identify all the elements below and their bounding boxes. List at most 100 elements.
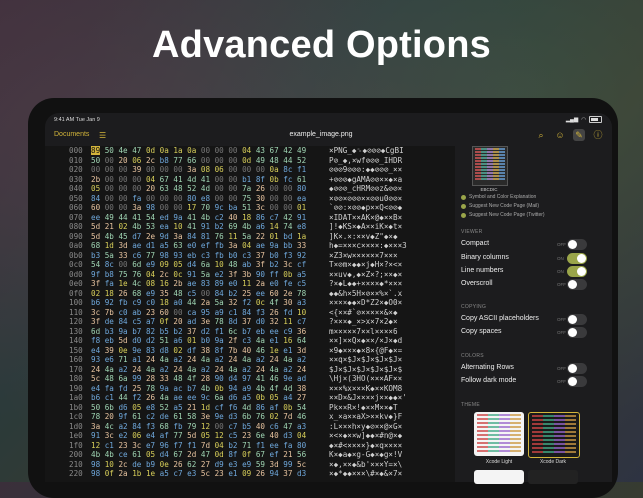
byte-cell[interactable]: 00 (118, 203, 127, 212)
byte-cell[interactable]: 00 (173, 203, 182, 212)
byte-cell[interactable]: b9 (146, 460, 155, 469)
byte-cell[interactable]: 2c (160, 270, 169, 279)
byte-cell[interactable]: 12 (215, 431, 224, 440)
byte-cell[interactable]: c2 (146, 412, 155, 421)
byte-cell[interactable]: 25 (132, 384, 141, 393)
byte-cell[interactable]: 98 (146, 203, 155, 212)
byte-cell[interactable]: 00 (105, 194, 114, 203)
byte-cell[interactable]: 54 (91, 260, 100, 269)
byte-cell[interactable]: e9 (242, 460, 251, 469)
byte-cell[interactable]: 9f (91, 270, 100, 279)
byte-cell[interactable]: 92 (297, 251, 306, 260)
byte-cell[interactable]: f3 (256, 308, 265, 317)
byte-cell[interactable]: 37 (256, 251, 265, 260)
byte-cell[interactable]: 68 (132, 289, 141, 298)
byte-cell[interactable]: a5 (242, 393, 251, 402)
byte-cell[interactable]: 28 (201, 374, 210, 383)
row-ascii[interactable]: ×IDAT××AK×@◆××B× (329, 213, 402, 222)
byte-cell[interactable]: 04 (242, 241, 251, 250)
byte-cell[interactable]: 58 (187, 412, 196, 421)
byte-cell[interactable]: ae (256, 241, 265, 250)
byte-cell[interactable]: 05 (173, 260, 182, 269)
byte-cell[interactable]: 2e (146, 232, 155, 241)
byte-cell[interactable]: 00 (118, 260, 127, 269)
byte-cell[interactable]: 3c (105, 431, 114, 440)
row-bytes[interactable]: 84 00 00 fa 00 00 00 80 e8 00 00 75 30 0… (91, 194, 306, 203)
byte-cell[interactable]: a2 (297, 355, 306, 364)
byte-cell[interactable]: 1d (201, 403, 210, 412)
byte-cell[interactable]: 7d (201, 441, 210, 450)
byte-cell[interactable]: 08 (201, 165, 210, 174)
byte-cell[interactable]: 41 (187, 213, 196, 222)
byte-cell[interactable]: 4a (187, 365, 196, 374)
byte-cell[interactable]: df (187, 346, 196, 355)
byte-cell[interactable]: 94 (270, 469, 279, 478)
row-ascii[interactable]: ××××◆◆×D*Z2×◆O0× (329, 298, 402, 307)
byte-cell[interactable]: 01 (187, 336, 196, 345)
byte-cell[interactable]: 10 (215, 260, 224, 269)
byte-cell[interactable]: ed (160, 213, 169, 222)
byte-cell[interactable]: 53 (146, 222, 155, 231)
byte-cell[interactable]: ee (270, 441, 279, 450)
byte-cell[interactable]: b3 (105, 327, 114, 336)
byte-cell[interactable]: de (105, 317, 114, 326)
byte-cell[interactable]: e8 (201, 194, 210, 203)
byte-cell[interactable]: 24 (228, 355, 237, 364)
byte-cell[interactable]: 21 (187, 403, 196, 412)
byte-cell[interactable]: 00 (228, 184, 237, 193)
byte-cell[interactable]: ee (256, 289, 265, 298)
byte-cell[interactable]: d8 (160, 346, 169, 355)
byte-cell[interactable]: a2 (118, 422, 127, 431)
byte-cell[interactable]: fa (283, 441, 292, 450)
byte-cell[interactable]: c3 (242, 336, 251, 345)
byte-cell[interactable]: 4c (132, 279, 141, 288)
byte-cell[interactable]: 00 (173, 194, 182, 203)
byte-cell[interactable]: 00 (201, 289, 210, 298)
byte-cell[interactable]: cf (215, 403, 224, 412)
byte-cell[interactable]: 00 (228, 156, 237, 165)
byte-cell[interactable]: 2d (187, 450, 196, 459)
byte-cell[interactable]: 80 (297, 441, 306, 450)
byte-cell[interactable]: 2c (146, 156, 155, 165)
byte-cell[interactable]: 27 (201, 460, 210, 469)
byte-cell[interactable]: c1 (228, 308, 237, 317)
byte-cell[interactable]: 11 (242, 279, 251, 288)
byte-cell[interactable]: 6e (256, 431, 265, 440)
row-ascii[interactable]: ×Z3×w××××××7××× (329, 251, 398, 260)
byte-cell[interactable]: ff (270, 270, 279, 279)
row-bytes[interactable]: 5c 48 6a 99 28 33 48 4f 28 90 d4 97 41 4… (91, 374, 306, 383)
code-page-thumbnail[interactable] (472, 146, 508, 186)
byte-cell[interactable]: 52 (160, 403, 169, 412)
byte-cell[interactable]: 76 (256, 412, 265, 421)
row-ascii[interactable]: ×<×◆××w]◆◆×#n@×◆ (329, 431, 402, 440)
byte-cell[interactable]: 09 (242, 469, 251, 478)
byte-cell[interactable]: 3c (91, 308, 100, 317)
byte-cell[interactable]: 00 (146, 194, 155, 203)
row-ascii[interactable]: `⊘⊘:×⊘⊘◆p××Q<⊘⊘◆ (329, 203, 402, 212)
byte-cell[interactable]: 61 (132, 412, 141, 421)
row-ascii[interactable]: ]K×.×:××v◆Z"◆×◆ (329, 232, 398, 241)
row-bytes[interactable]: 3c 7b c0 ab 23 60 00 ca 95 a9 c1 84 f3 2… (91, 308, 306, 317)
byte-cell[interactable]: 3f (256, 260, 265, 269)
byte-cell[interactable]: 06 (132, 156, 141, 165)
byte-cell[interactable]: b1 (242, 175, 251, 184)
byte-cell[interactable]: 84 (215, 289, 224, 298)
byte-cell[interactable]: 78 (91, 412, 100, 421)
byte-cell[interactable]: 3e (201, 317, 210, 326)
byte-cell[interactable]: 00 (132, 184, 141, 193)
byte-cell[interactable]: 37 (283, 469, 292, 478)
byte-cell[interactable]: a2 (173, 355, 182, 364)
byte-cell[interactable]: a2 (283, 365, 292, 374)
byte-cell[interactable]: 44 (118, 393, 127, 402)
byte-cell[interactable]: 39 (132, 165, 141, 174)
byte-cell[interactable]: 92 (105, 298, 114, 307)
byte-cell[interactable]: 3a (173, 232, 182, 241)
row-bytes[interactable]: f8 eb 5d d0 d2 51 a6 01 b0 9a 2f c3 4a e… (91, 336, 306, 345)
byte-cell[interactable]: c3 (201, 251, 210, 260)
byte-cell[interactable]: 00 (283, 184, 292, 193)
byte-cell[interactable]: 10 (173, 222, 182, 231)
row-bytes[interactable]: 4b 4b ce 61 05 d4 67 2d 47 0d 8f 0f 67 e… (91, 450, 306, 459)
byte-cell[interactable]: 80 (297, 184, 306, 193)
byte-cell[interactable]: c9 (132, 298, 141, 307)
byte-cell[interactable]: 12 (201, 422, 210, 431)
